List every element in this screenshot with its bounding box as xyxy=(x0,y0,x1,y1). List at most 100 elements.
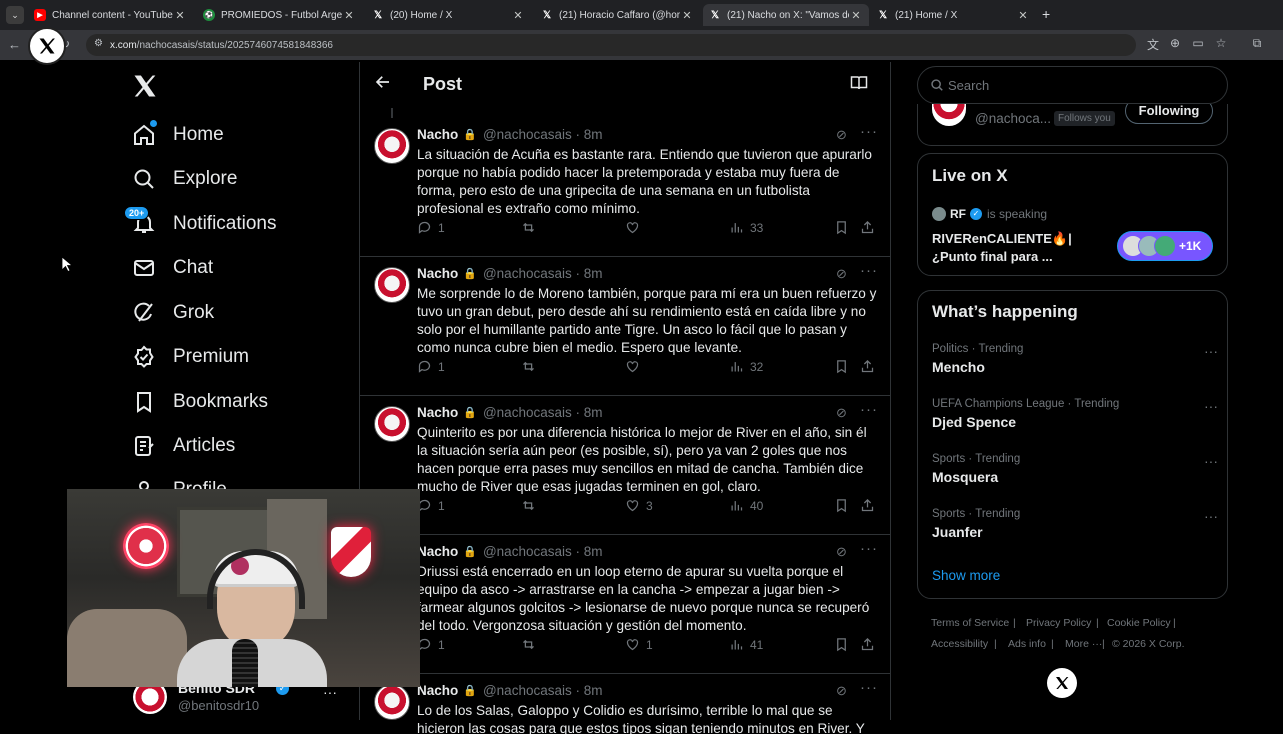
reply-button[interactable]: 1 xyxy=(417,498,445,513)
tweet[interactable]: Nacho 🔒 @nachocasais · 8m ⊘ ··· La situa… xyxy=(360,118,890,257)
space-host[interactable]: RF ✓ is speaking xyxy=(932,207,1047,221)
extensions-icon[interactable]: ⧉ xyxy=(1249,36,1265,51)
site-info-icon[interactable]: ⚙ xyxy=(94,38,103,49)
tweet-time[interactable]: 8m xyxy=(584,405,603,420)
share-button[interactable] xyxy=(860,498,881,513)
browser-tab-youtube[interactable]: ▶ Channel content - YouTube Stu ✕ xyxy=(28,4,193,26)
like-button[interactable]: 1 xyxy=(625,637,653,652)
close-tab-icon[interactable]: ✕ xyxy=(511,9,525,22)
views-button[interactable]: 33 xyxy=(729,220,763,235)
reply-button[interactable]: 1 xyxy=(417,359,445,374)
retweet-button[interactable] xyxy=(521,220,542,235)
browser-tab-promiedos[interactable]: ⚽ PROMIEDOS - Futbol Argentin ✕ xyxy=(197,4,362,26)
like-button[interactable]: 3 xyxy=(625,498,653,513)
views-button[interactable]: 41 xyxy=(729,637,763,652)
search-input[interactable]: Search xyxy=(917,66,1228,104)
author-handle[interactable]: @nachocasais xyxy=(483,127,572,142)
bookmark-star-icon[interactable]: ☆ xyxy=(1213,36,1229,50)
nav-explore[interactable]: Explore xyxy=(130,161,237,197)
retweet-button[interactable] xyxy=(521,498,542,513)
grok-icon[interactable]: ⊘ xyxy=(836,127,847,143)
author-handle[interactable]: @nachocasais xyxy=(483,405,572,420)
back-arrow-icon[interactable]: ← xyxy=(8,37,21,52)
tab-list-button[interactable]: ⌄ xyxy=(6,6,24,24)
avatar[interactable] xyxy=(932,104,966,126)
trend-item[interactable]: UEFA Champions League · Trending Djed Sp… xyxy=(932,398,1222,430)
author-handle[interactable]: @nachocasais xyxy=(483,683,572,698)
tweet-time[interactable]: 8m xyxy=(584,544,603,559)
avatar[interactable] xyxy=(374,128,410,164)
tweet-time[interactable]: 8m xyxy=(584,127,603,142)
like-button[interactable] xyxy=(625,220,646,235)
share-button[interactable] xyxy=(860,220,881,235)
author-handle[interactable]: @nachocasais xyxy=(483,266,572,281)
more-icon[interactable]: ··· xyxy=(1204,343,1218,359)
grok-icon[interactable]: ⊘ xyxy=(836,405,847,421)
more-icon[interactable]: ··· xyxy=(860,123,878,140)
grok-icon[interactable]: ⊘ xyxy=(836,544,847,560)
nav-grok[interactable]: Grok xyxy=(130,295,214,331)
more-icon[interactable]: ··· xyxy=(860,679,878,696)
follow-handle[interactable]: @nachoca... xyxy=(975,111,1051,126)
address-bar[interactable]: ⚙ x.com/nachocasais/status/2025746074581… xyxy=(86,34,1136,56)
close-tab-icon[interactable]: ✕ xyxy=(849,9,863,22)
browser-tab-x-horacio[interactable]: 𝕏 (21) Horacio Caffaro (@horacio ✕ xyxy=(535,4,700,26)
show-more-link[interactable]: Show more xyxy=(932,568,1000,583)
more-icon[interactable]: ··· xyxy=(1204,508,1218,524)
avatar[interactable] xyxy=(374,267,410,303)
avatar[interactable] xyxy=(374,406,410,442)
share-button[interactable] xyxy=(860,637,881,652)
footer-link[interactable]: Accessibility xyxy=(931,638,988,650)
nav-articles[interactable]: Articles xyxy=(130,428,235,464)
more-icon[interactable]: ··· xyxy=(1204,398,1218,414)
tweet[interactable]: Nacho 🔒 @nachocasais · 8m ⊘ ··· Driussi … xyxy=(360,535,890,674)
footer-more-link[interactable]: More ··· xyxy=(1065,638,1102,650)
views-button[interactable]: 40 xyxy=(729,498,763,513)
more-icon[interactable]: ··· xyxy=(860,262,878,279)
trend-item[interactable]: Sports · Trending Mosquera ··· xyxy=(932,453,1222,485)
retweet-button[interactable] xyxy=(521,637,542,652)
tweet-time[interactable]: 8m xyxy=(584,266,603,281)
close-tab-icon[interactable]: ✕ xyxy=(680,9,694,22)
footer-link[interactable]: Terms of Service xyxy=(931,617,1009,629)
close-tab-icon[interactable]: ✕ xyxy=(342,9,356,22)
trend-item[interactable]: Politics · Trending Mencho ··· xyxy=(932,343,1222,375)
translate-icon[interactable]: 文 xyxy=(1145,36,1161,53)
author-handle[interactable]: @nachocasais xyxy=(483,544,572,559)
author-name[interactable]: Nacho xyxy=(417,683,458,698)
reader-mode-icon[interactable] xyxy=(850,75,868,96)
more-icon[interactable]: ··· xyxy=(1204,453,1218,469)
tweet[interactable]: Nacho 🔒 @nachocasais · 8m ⊘ ··· Lo de lo… xyxy=(360,674,890,734)
close-tab-icon[interactable]: ✕ xyxy=(1016,9,1030,22)
nav-notifications[interactable]: 20+ Notifications xyxy=(124,206,277,242)
author-name[interactable]: Nacho xyxy=(417,405,458,420)
retweet-button[interactable] xyxy=(521,359,542,374)
avatar[interactable] xyxy=(374,684,410,720)
bookmark-button[interactable] xyxy=(834,359,855,374)
space-listeners-pill[interactable]: +1K xyxy=(1117,231,1213,261)
more-icon[interactable]: ··· xyxy=(860,401,878,418)
space-title[interactable]: RIVERenCALIENTE🔥| ¿Punto final para ... xyxy=(932,230,1122,266)
like-button[interactable] xyxy=(625,359,646,374)
close-tab-icon[interactable]: ✕ xyxy=(173,9,187,22)
tweet[interactable]: Nacho 🔒 @nachocasais · 8m ⊘ ··· Me sorpr… xyxy=(360,257,890,396)
author-name[interactable]: Nacho xyxy=(417,544,458,559)
browser-tab-x-home[interactable]: 𝕏 (20) Home / X ✕ xyxy=(366,4,531,26)
nav-home[interactable]: Home xyxy=(130,117,224,153)
grok-icon[interactable]: ⊘ xyxy=(836,683,847,699)
share-button[interactable] xyxy=(860,359,881,374)
reply-button[interactable]: 1 xyxy=(417,220,445,235)
zoom-icon[interactable]: ⊕ xyxy=(1167,36,1183,50)
x-home-logo-icon[interactable] xyxy=(131,72,159,100)
trend-item[interactable]: Sports · Trending Juanfer ··· xyxy=(932,508,1222,540)
footer-link[interactable]: Ads info xyxy=(1008,638,1046,650)
browser-tab-x-home-2[interactable]: 𝕏 (21) Home / X ✕ xyxy=(871,4,1036,26)
new-tab-button[interactable]: + xyxy=(1042,6,1050,22)
nav-chat[interactable]: Chat xyxy=(130,250,213,286)
reply-button[interactable]: 1 xyxy=(417,637,445,652)
back-arrow-icon[interactable] xyxy=(374,73,392,96)
more-icon[interactable]: ··· xyxy=(860,540,878,557)
bookmark-button[interactable] xyxy=(834,220,855,235)
cast-icon[interactable]: ▭ xyxy=(1190,36,1206,50)
browser-tab-x-nacho[interactable]: 𝕏 (21) Nacho on X: "Vamos de a u ✕ xyxy=(703,4,869,26)
